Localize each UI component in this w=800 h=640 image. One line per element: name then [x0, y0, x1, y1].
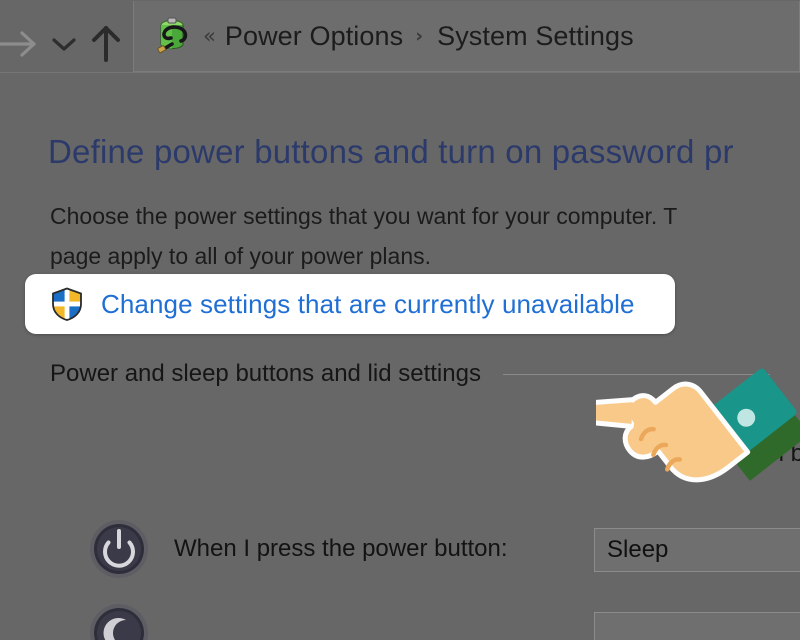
- column-header-on-battery: On b: [752, 440, 800, 467]
- breadcrumb-system-settings[interactable]: System Settings: [437, 21, 634, 52]
- sleep-button-action-dropdown[interactable]: [594, 612, 800, 640]
- breadcrumb-power-options[interactable]: Power Options: [225, 21, 403, 52]
- section-divider: [502, 373, 770, 375]
- recent-locations-button[interactable]: [44, 22, 84, 66]
- page-description-line-1: Choose the power settings that you want …: [50, 203, 678, 229]
- arrow-up-icon: [92, 26, 120, 62]
- page-title: Define power buttons and turn on passwor…: [48, 133, 734, 170]
- change-settings-highlight-card[interactable]: Change settings that are currently unava…: [25, 274, 675, 334]
- nav-divider: [0, 72, 800, 73]
- section-header-label: Power and sleep buttons and lid settings: [50, 360, 481, 387]
- breadcrumb-overflow[interactable]: «: [203, 25, 216, 47]
- navigation-bar: « Power Options › System Settings: [0, 0, 800, 84]
- uac-shield-icon: [51, 287, 83, 321]
- power-options-battery-plug-icon: [152, 14, 194, 58]
- sleep-button-icon: [88, 602, 150, 640]
- power-button-icon: [88, 518, 150, 580]
- power-button-action-value: Sleep: [607, 536, 669, 563]
- chevron-down-icon: [52, 38, 76, 51]
- address-bar[interactable]: « Power Options › System Settings: [133, 1, 800, 72]
- power-button-action-dropdown[interactable]: Sleep: [594, 528, 800, 572]
- change-settings-link[interactable]: Change settings that are currently unava…: [101, 289, 635, 320]
- up-one-level-button[interactable]: [84, 20, 128, 66]
- page-description-line-2: page apply to all of your power plans.: [50, 243, 432, 269]
- pointing-hand-cursor: [563, 318, 800, 514]
- forward-button[interactable]: [0, 22, 46, 66]
- section-header-power-sleep-lid: Power and sleep buttons and lid settings: [50, 360, 770, 388]
- page-description: Choose the power settings that you want …: [50, 196, 800, 276]
- breadcrumb-separator[interactable]: ›: [415, 26, 423, 46]
- power-options-window: « Power Options › System Settings Define…: [0, 0, 800, 640]
- arrow-right-icon: [0, 31, 36, 57]
- setting-label-power-button: When I press the power button:: [174, 535, 508, 562]
